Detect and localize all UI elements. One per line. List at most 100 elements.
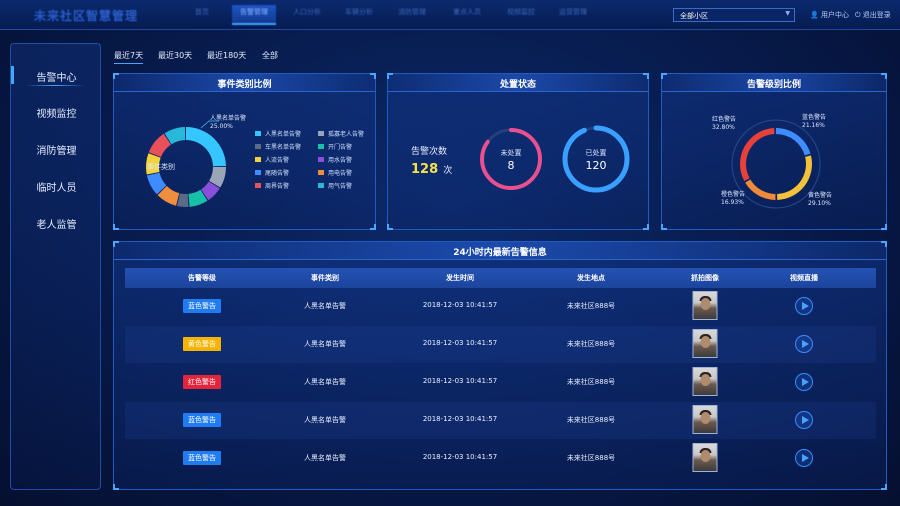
snapshot-image[interactable] bbox=[692, 367, 718, 396]
place-cell: 未来社区888号 bbox=[566, 302, 616, 310]
community-select-value: 全部小区 bbox=[680, 12, 708, 20]
legend-item: 尾随告警 bbox=[255, 168, 289, 177]
callout-orange-value: 16.93% bbox=[721, 199, 744, 206]
table-row[interactable]: 蓝色警告 人黑名单告警 2018-12-03 10:41:57 未来社区888号 bbox=[125, 440, 876, 477]
event-category-center-label: 事件类别 bbox=[147, 163, 175, 171]
header-time: 发生时间 bbox=[446, 274, 474, 282]
handled-value: 120 bbox=[585, 159, 607, 172]
logout-icon: ⏻ bbox=[855, 11, 861, 19]
category-cell: 人黑名单告警 bbox=[304, 378, 346, 386]
nav-tab-video[interactable]: 视频监控 bbox=[507, 7, 535, 17]
table-row[interactable]: 红色警告 人黑名单告警 2018-12-03 10:41:57 未来社区888号 bbox=[125, 364, 876, 401]
header-live-video: 视频直播 bbox=[790, 274, 818, 282]
filter-7-days[interactable]: 最近7天 bbox=[114, 50, 144, 64]
nav-tab-vehicle[interactable]: 车辆分析 bbox=[345, 7, 373, 17]
nav-tab-population[interactable]: 人口分析 bbox=[293, 7, 321, 17]
legend-swatch bbox=[318, 131, 324, 136]
legend-label: 车黑名单告警 bbox=[265, 144, 302, 151]
header-place: 发生地点 bbox=[577, 274, 605, 282]
time-cell: 2018-12-03 10:41:57 bbox=[422, 377, 498, 385]
nav-tab-fire[interactable]: 消防管理 bbox=[398, 7, 426, 17]
logout-label: 退出登录 bbox=[862, 11, 891, 19]
legend-label: 用电告警 bbox=[328, 170, 353, 177]
time-cell: 2018-12-03 10:41:57 bbox=[422, 453, 498, 461]
unhandled-label: 未处置 bbox=[500, 149, 522, 157]
table-row[interactable]: 蓝色警告 人黑名单告警 2018-12-03 10:41:57 未来社区888号 bbox=[125, 402, 876, 439]
level-badge: 蓝色警告 bbox=[183, 299, 221, 313]
nav-tab-alarm[interactable]: 告警管理 bbox=[232, 5, 276, 25]
callout-orange-label: 橙色警告 bbox=[721, 191, 746, 198]
alarm-count: 128 次 bbox=[411, 158, 452, 177]
callout-red-value: 32.80% bbox=[712, 124, 735, 131]
callout-blue-label: 蓝色警告 bbox=[802, 114, 827, 121]
logout-link[interactable]: ⏻ 退出登录 bbox=[855, 10, 891, 20]
legend-item: 孤寡老人告警 bbox=[318, 129, 364, 138]
category-cell: 人黑名单告警 bbox=[304, 454, 346, 462]
legend-item: 人流告警 bbox=[255, 155, 289, 164]
alarm-level-slice-1 bbox=[777, 155, 812, 200]
legend-swatch bbox=[255, 157, 261, 162]
event-category-slice-0 bbox=[186, 127, 226, 167]
play-icon[interactable] bbox=[795, 411, 813, 429]
legend-label: 用水告警 bbox=[328, 157, 353, 164]
category-cell: 人黑名单告警 bbox=[304, 416, 346, 424]
place-cell: 未来社区888号 bbox=[566, 454, 616, 462]
event-category-slice-4 bbox=[177, 193, 189, 207]
table-row[interactable]: 黄色警告 人黑名单告警 2018-12-03 10:41:57 未来社区888号 bbox=[125, 326, 876, 363]
legend-swatch bbox=[318, 170, 324, 175]
place-cell: 未来社区888号 bbox=[566, 340, 616, 348]
play-icon[interactable] bbox=[795, 449, 813, 467]
sidebar-item-elderly[interactable]: 老人监管 bbox=[11, 216, 102, 231]
legend-label: 开门告警 bbox=[328, 144, 353, 151]
legend-label: 尾随告警 bbox=[265, 170, 290, 177]
legend-item: 车黑名单告警 bbox=[255, 142, 301, 151]
play-icon[interactable] bbox=[795, 297, 813, 315]
event-category-callout-label: 人黑名单告警 bbox=[210, 115, 247, 122]
time-cell: 2018-12-03 10:41:57 bbox=[422, 301, 498, 309]
legend-label: 孤寡老人告警 bbox=[328, 131, 365, 138]
alarm-level-panel: 告警级别比例 红色警告 32.80% 蓝色警告 21.16% 橙色警告 16.9… bbox=[661, 73, 887, 230]
alarm-level-title: 告警级别比例 bbox=[662, 74, 886, 92]
alarm-level-slice-2 bbox=[745, 179, 776, 200]
category-cell: 人黑名单告警 bbox=[304, 302, 346, 310]
time-cell: 2018-12-03 10:41:57 bbox=[422, 339, 498, 347]
event-category-title: 事件类别比例 bbox=[114, 74, 375, 92]
filter-all[interactable]: 全部 bbox=[262, 50, 278, 61]
snapshot-image[interactable] bbox=[692, 443, 718, 472]
play-icon[interactable] bbox=[795, 335, 813, 353]
disposal-status-title: 处置状态 bbox=[388, 74, 648, 92]
disposal-status-panel: 处置状态 告警次数 128 次 未处置 8 已处置 120 bbox=[387, 73, 649, 230]
user-icon: 👤 bbox=[810, 11, 819, 19]
legend-swatch bbox=[255, 131, 261, 136]
legend-item: 用气告警 bbox=[318, 181, 352, 190]
callout-blue-value: 21.16% bbox=[802, 122, 825, 129]
sidebar-item-fire[interactable]: 消防管理 bbox=[11, 142, 102, 157]
header-snapshot: 抓拍图像 bbox=[691, 274, 719, 282]
place-cell: 未来社区888号 bbox=[566, 416, 616, 424]
legend-label: 周界告警 bbox=[265, 183, 290, 190]
user-center-label: 用户中心 bbox=[820, 11, 849, 19]
alarm-count-value: 128 bbox=[411, 162, 439, 177]
level-badge: 黄色警告 bbox=[183, 337, 221, 351]
sidebar-item-temp-persons[interactable]: 临时人员 bbox=[11, 179, 102, 194]
nav-tab-home[interactable]: 首页 bbox=[195, 7, 209, 17]
category-cell: 人黑名单告警 bbox=[304, 340, 346, 348]
sidebar-item-alarm-center[interactable]: 告警中心 bbox=[11, 66, 102, 86]
snapshot-image[interactable] bbox=[692, 291, 718, 320]
nav-tab-key-persons[interactable]: 重点人员 bbox=[453, 7, 481, 17]
header-level: 告警等级 bbox=[188, 274, 216, 282]
sidebar-item-video[interactable]: 视频监控 bbox=[11, 105, 102, 120]
table-row[interactable]: 蓝色警告 人黑名单告警 2018-12-03 10:41:57 未来社区888号 bbox=[125, 288, 876, 325]
callout-yellow-label: 黄色警告 bbox=[808, 192, 833, 199]
play-icon[interactable] bbox=[795, 373, 813, 391]
filter-180-days[interactable]: 最近180天 bbox=[207, 50, 246, 61]
snapshot-image[interactable] bbox=[692, 329, 718, 358]
filter-30-days[interactable]: 最近30天 bbox=[158, 50, 192, 61]
community-select[interactable]: 全部小区 ▼ bbox=[673, 8, 795, 22]
user-center-link[interactable]: 👤 用户中心 bbox=[810, 10, 849, 20]
nav-tab-operations[interactable]: 运营管理 bbox=[559, 7, 587, 17]
callout-yellow-value: 29.10% bbox=[808, 200, 831, 207]
snapshot-image[interactable] bbox=[692, 405, 718, 434]
handled-label: 已处置 bbox=[585, 149, 607, 157]
legend-swatch bbox=[255, 170, 261, 175]
